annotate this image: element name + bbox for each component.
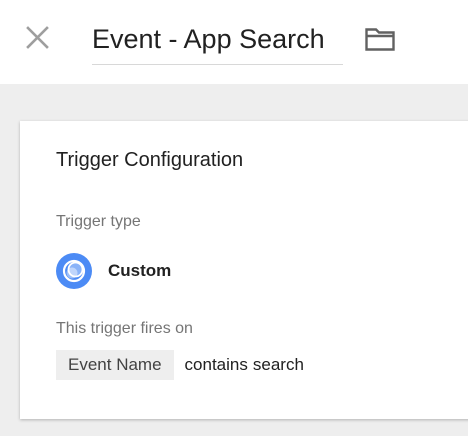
close-icon — [26, 26, 49, 49]
close-button[interactable] — [22, 22, 54, 54]
card-title: Trigger Configuration — [56, 149, 244, 171]
folder-button[interactable] — [364, 26, 396, 52]
condition-value: search — [252, 355, 304, 374]
trigger-type-selector[interactable]: Custom — [56, 253, 171, 289]
editor-header: Event - App Search — [0, 0, 468, 84]
trigger-condition[interactable]: Event Name contains search — [56, 350, 304, 380]
page-title: Event - App Search — [92, 24, 325, 54]
folder-icon — [365, 28, 395, 51]
trigger-configuration-card[interactable]: Trigger Configuration Trigger type Custo… — [20, 121, 468, 419]
trigger-type-label: Trigger type — [56, 213, 141, 230]
fires-on-label: This trigger fires on — [56, 320, 193, 337]
trigger-type-name: Custom — [108, 261, 172, 280]
custom-trigger-icon — [56, 253, 92, 289]
condition-operator: contains — [184, 355, 248, 374]
condition-variable-chip: Event Name — [56, 350, 174, 380]
title-field[interactable]: Event - App Search — [92, 18, 343, 65]
